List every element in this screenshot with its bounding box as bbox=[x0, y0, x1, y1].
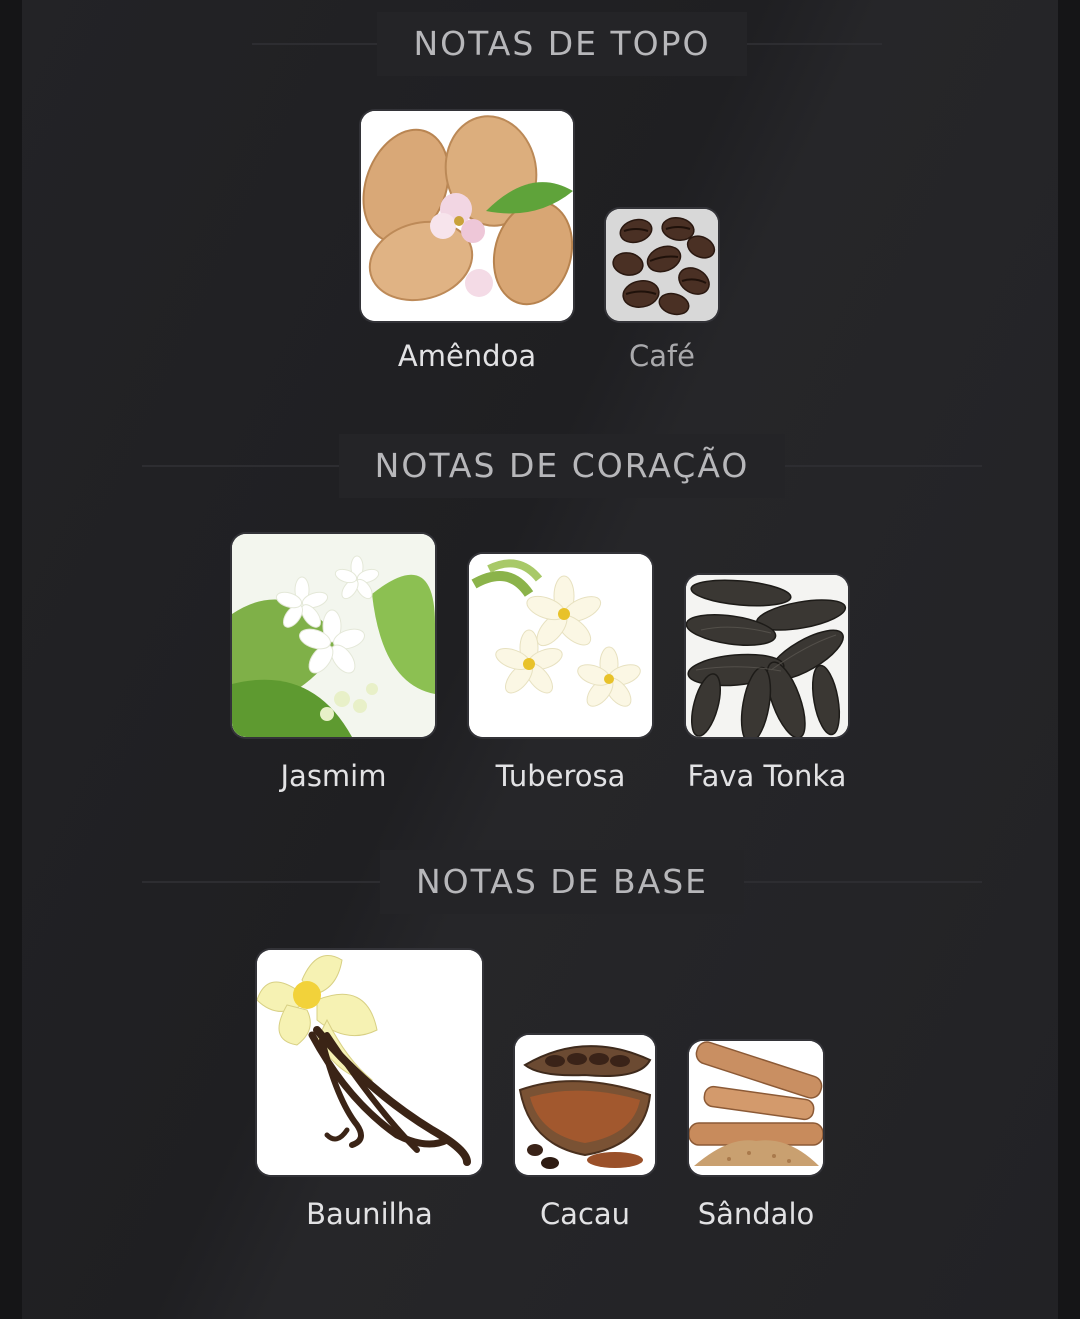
divider-right bbox=[772, 465, 982, 467]
section-title-label: NOTAS DE BASE bbox=[379, 850, 745, 914]
jasmine-icon bbox=[232, 534, 435, 737]
tonka-bean-icon bbox=[686, 575, 848, 737]
section-title-top: NOTAS DE TOPO bbox=[22, 12, 1080, 76]
section-title-label: NOTAS DE CORAÇÃO bbox=[338, 434, 786, 498]
divider-left bbox=[142, 465, 352, 467]
almond-icon bbox=[361, 111, 573, 321]
notes-panel: NOTAS DE TOPO Amêndoa Café NOTAS DE CORA… bbox=[22, 0, 1058, 1319]
note-name: Sândalo bbox=[697, 1197, 815, 1231]
section-title-heart: NOTAS DE CORAÇÃO bbox=[22, 434, 1080, 498]
divider-right bbox=[732, 43, 882, 45]
divider-right bbox=[732, 881, 982, 883]
vanilla-icon bbox=[257, 950, 482, 1175]
divider-left bbox=[252, 43, 392, 45]
note-name: Fava Tonka bbox=[687, 759, 847, 793]
divider-left bbox=[142, 881, 392, 883]
cacao-icon bbox=[515, 1035, 655, 1175]
coffee-beans-icon bbox=[606, 209, 718, 321]
tuberose-icon bbox=[469, 554, 652, 737]
note-name: Café bbox=[628, 339, 696, 373]
sandalwood-icon bbox=[689, 1041, 823, 1175]
section-title-base: NOTAS DE BASE bbox=[22, 850, 1080, 914]
section-title-label: NOTAS DE TOPO bbox=[377, 12, 747, 76]
